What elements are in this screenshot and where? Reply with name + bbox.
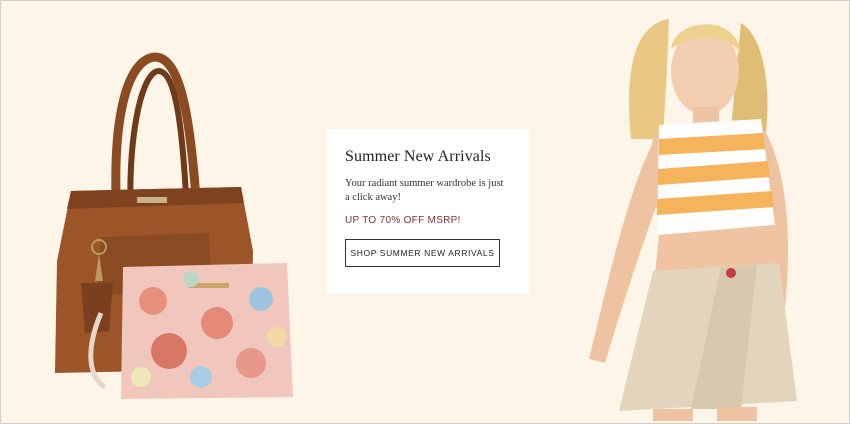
handbag-image[interactable]: [41, 51, 311, 401]
promo-title: Summer New Arrivals: [345, 148, 491, 165]
model-image[interactable]: [571, 9, 821, 421]
promo-discount: UP TO 70% OFF MSRP!: [345, 215, 461, 226]
shop-summer-new-arrivals-button[interactable]: SHOP SUMMER NEW ARRIVALS: [345, 239, 500, 267]
promo-description: Your radiant summer wardrobe is just a c…: [345, 178, 504, 203]
promo-banner[interactable]: Summer New Arrivals Your radiant summer …: [0, 0, 850, 424]
promo-card: Summer New Arrivals Your radiant summer …: [327, 129, 529, 294]
